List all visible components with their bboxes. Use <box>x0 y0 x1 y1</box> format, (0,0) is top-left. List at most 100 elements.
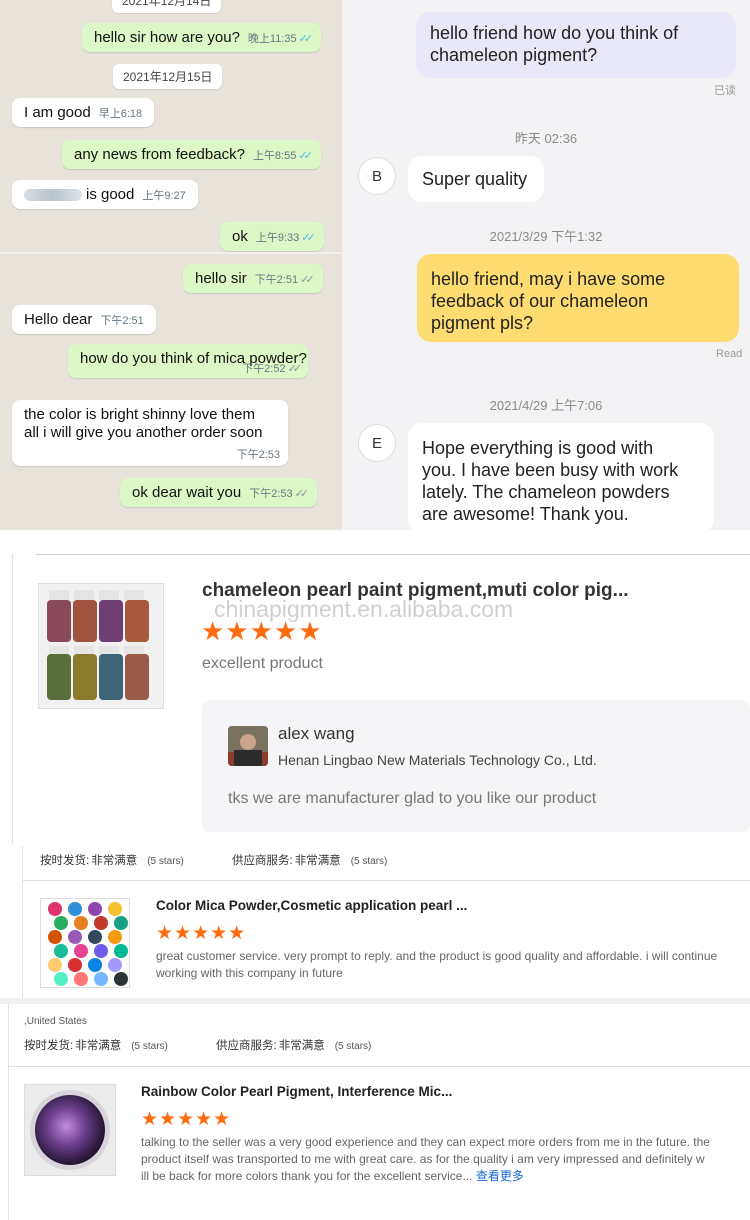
reply-company-name[interactable]: Henan Lingbao New Materials Technology C… <box>278 752 597 768</box>
product-title[interactable]: Color Mica Powder,Cosmetic application p… <box>156 898 467 913</box>
swatch <box>68 902 82 916</box>
supplier-reply-box: alex wang Henan Lingbao New Materials Te… <box>202 700 750 832</box>
swatch <box>48 930 62 944</box>
message-bubble-outgoing[interactable]: ok dear wait you 下午2:53 ✓✓ <box>120 478 318 507</box>
double-check-icon: ✓✓ <box>300 274 315 286</box>
service-stars: (5 stars) <box>350 856 388 867</box>
chat-timestamp: 昨天 02:36 <box>514 131 578 146</box>
avatar: E <box>358 424 396 462</box>
message-text: ok dear wait you <box>132 484 242 501</box>
message-bubble-outgoing[interactable]: hello sir 下午2:51 ✓✓ <box>183 264 323 293</box>
shipping-label: 按时发货: <box>40 855 90 867</box>
swatch <box>68 958 82 972</box>
swatch <box>94 916 108 930</box>
message-bubble-outgoing[interactable]: any news from feedback? 上午8:55 ✓✓ <box>62 140 321 169</box>
divider <box>12 554 13 844</box>
review-text-line: product itself was transported to me wit… <box>141 1152 705 1166</box>
redacted-name-blur <box>24 189 82 202</box>
product-title[interactable]: chameleon pearl paint pigment,muti color… <box>202 580 629 602</box>
product-thumbnail[interactable] <box>38 583 164 709</box>
double-check-icon: ✓✓ <box>298 150 313 162</box>
message-time: 下午2:53 <box>236 449 280 461</box>
message-time: 下午2:51 <box>100 315 144 327</box>
review-card: Color Mica Powder,Cosmetic application p… <box>0 880 750 1000</box>
service-rating: 供应商服务: 非常满意 (5 stars) <box>216 1037 371 1053</box>
message-text: hello sir how are you? <box>94 29 240 46</box>
swatch <box>114 944 128 958</box>
double-check-icon: ✓✓ <box>287 363 303 375</box>
double-check-icon: ✓✓ <box>301 232 316 244</box>
message-bubble-outgoing[interactable]: ok 上午9:33 ✓✓ <box>220 222 324 251</box>
product-thumbnail[interactable] <box>40 898 130 988</box>
message-text-line: lately. The chameleon powders <box>422 482 670 502</box>
divider <box>22 880 750 881</box>
message-bubble-incoming[interactable]: the color is bright shinny love them all… <box>12 400 288 466</box>
message-text: hello sir <box>195 270 247 287</box>
swatch <box>54 916 68 930</box>
message-time: 下午2:51 <box>254 274 299 286</box>
star-icon: ★★★★★ <box>201 616 323 646</box>
message-time: 上午8:55 <box>252 150 297 162</box>
message-time: 晚上11:35 <box>247 33 297 45</box>
review-card: Rainbow Color Pearl Pigment, Interferenc… <box>0 1066 750 1220</box>
avatar: B <box>358 157 396 195</box>
swatch <box>94 944 108 958</box>
review-text: excellent product <box>202 655 323 672</box>
message-text-line: are awesome! Thank you. <box>422 504 629 524</box>
shipping-label: 按时发货: <box>24 1040 74 1052</box>
swatch <box>74 944 88 958</box>
swatch <box>114 972 128 986</box>
reviewer-country: ,United States <box>24 1016 87 1027</box>
product-thumbnail[interactable] <box>24 1084 116 1176</box>
message-time: 早上6:18 <box>98 108 143 120</box>
reply-author-name: alex wang <box>278 724 355 743</box>
chat-message-incoming[interactable]: Hope everything is good with you. I have… <box>408 423 714 530</box>
message-text-line: chameleon pigment? <box>430 45 598 65</box>
message-text-line: Hope everything is good with <box>422 438 654 458</box>
message-bubble-incoming[interactable]: is good 上午9:27 <box>12 180 198 209</box>
message-text-line: hello friend, may i have some <box>431 269 666 289</box>
chat-message-incoming[interactable]: Super quality <box>408 156 544 202</box>
see-more-link[interactable]: 查看更多 <box>476 1169 524 1183</box>
swatch <box>74 972 88 986</box>
divider <box>22 880 23 1000</box>
message-text-line: all i will give you another order soon <box>24 424 263 441</box>
supplier-chat-panel: hello friend how do you think of chamele… <box>342 0 750 530</box>
shipping-value: 非常满意 <box>91 855 138 867</box>
message-text: any news from feedback? <box>74 146 245 163</box>
swatch <box>108 958 122 972</box>
product-title[interactable]: Rainbow Color Pearl Pigment, Interferenc… <box>141 1084 452 1099</box>
star-icon: ★★★★★ <box>156 923 247 944</box>
message-bubble-incoming[interactable]: Hello dear 下午2:51 <box>12 305 156 334</box>
message-text-line: pigment pls? <box>431 313 534 333</box>
divider <box>8 1066 9 1220</box>
swatch <box>88 958 102 972</box>
swatch <box>114 916 128 930</box>
message-text: ok <box>232 228 248 245</box>
review-card: chameleon pearl paint pigment,muti color… <box>0 530 750 846</box>
swatch <box>54 944 68 958</box>
read-status: Read <box>716 348 743 360</box>
swatch <box>108 930 122 944</box>
message-text: I am good <box>24 104 91 121</box>
message-time: 上午9:33 <box>255 232 300 244</box>
service-value: 非常满意 <box>278 1040 325 1052</box>
message-text-line: the color is bright shinny love them <box>24 406 255 423</box>
chat-message-outgoing[interactable]: hello friend, may i have some feedback o… <box>417 254 739 342</box>
shipping-rating: 按时发货: 非常满意 (5 stars) <box>24 1037 168 1053</box>
chat-timestamp: 2021/3/29 下午1:32 <box>489 229 603 244</box>
swatch <box>54 972 68 986</box>
message-text-line: you. I have been busy with work <box>422 460 679 480</box>
mica-powder-swatches-image <box>41 899 129 987</box>
shipping-stars: (5 stars) <box>131 1041 168 1052</box>
message-bubble-outgoing[interactable]: how do you think of mica powder? 下午2:52 ✓… <box>68 344 308 378</box>
message-time: 下午2:52 <box>242 363 286 375</box>
message-bubble-incoming[interactable]: I am good 早上6:18 <box>12 98 155 127</box>
service-rating: 供应商服务: 非常满意 (5 stars) <box>232 852 387 868</box>
swatch <box>88 902 102 916</box>
message-bubble-outgoing[interactable]: hello sir how are you? 晚上11:35 ✓✓ <box>82 23 322 52</box>
review-text-line: talking to the seller was a very good ex… <box>141 1135 710 1149</box>
swatch <box>48 958 62 972</box>
chat-message-outgoing[interactable]: hello friend how do you think of chamele… <box>416 12 736 78</box>
swatch <box>68 930 82 944</box>
